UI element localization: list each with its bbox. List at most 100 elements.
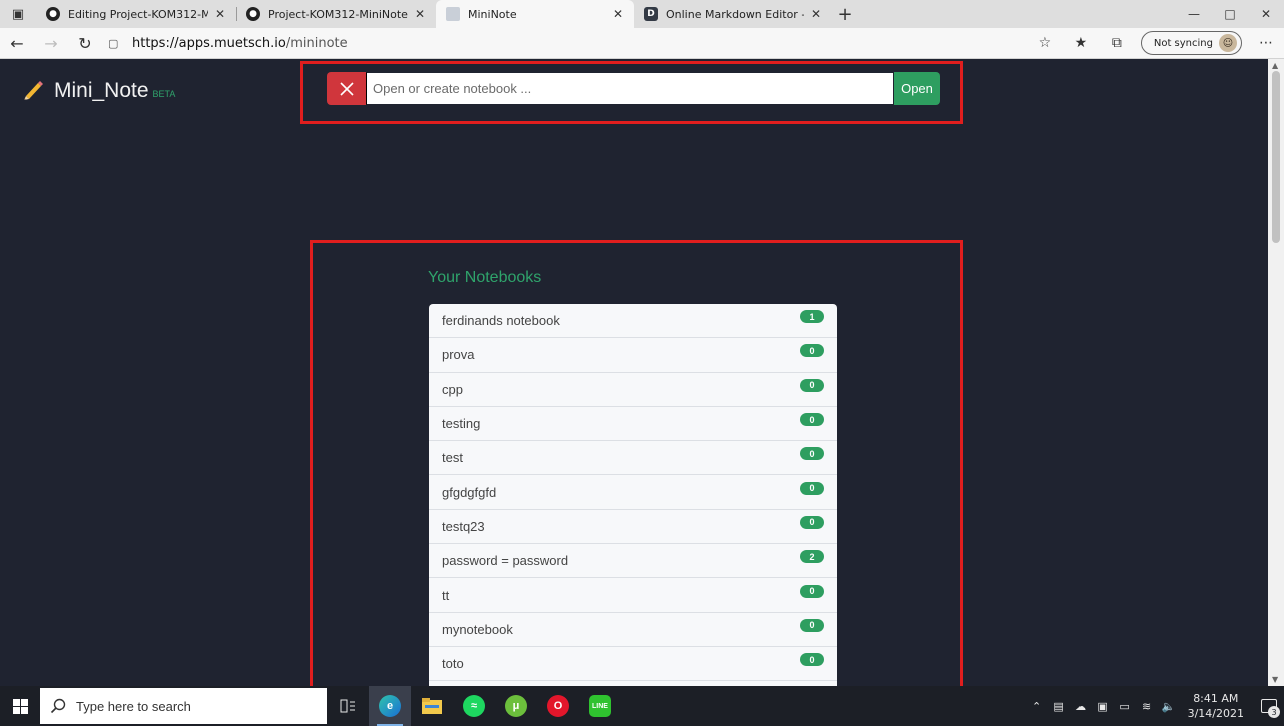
browser-tab-bar: ▣ ● Editing Project-KOM312-MiniNo ✕ ● Pr… (0, 0, 1284, 28)
tab-mininote[interactable]: MiniNote ✕ (436, 0, 634, 28)
note-count-badge: 0 (800, 378, 824, 392)
folder-icon (422, 698, 442, 714)
opera-logo-icon: O (547, 695, 569, 717)
note-count-badge: 1 (800, 310, 824, 324)
app-name: Mini_Note (54, 79, 149, 102)
notebook-list-item[interactable]: toto 0 (429, 647, 837, 682)
tab-title: MiniNote (468, 7, 517, 21)
tab-project-doku[interactable]: ● Project-KOM312-MiniNote/Doku ✕ (236, 0, 436, 28)
avatar: ☺ (1219, 34, 1237, 52)
forward-icon[interactable]: → (34, 28, 68, 59)
onedrive-cloud-icon[interactable]: ☁ (1072, 700, 1090, 713)
device-icon[interactable]: ▤ (1050, 700, 1068, 713)
note-count-badge: 0 (800, 653, 824, 667)
more-menu-icon[interactable]: ⋯ (1248, 28, 1284, 59)
notebook-search-input[interactable] (366, 72, 894, 105)
file-explorer-icon[interactable] (411, 686, 453, 726)
notebook-list-item[interactable]: mynotebook 0 (429, 613, 837, 647)
notebook-name: ferdinands notebook (442, 313, 560, 329)
tab-actions-icon[interactable]: ▣ (0, 0, 36, 28)
collections-icon[interactable]: ⧉ (1099, 28, 1135, 59)
new-tab-icon[interactable]: + (832, 0, 858, 28)
url-path: /mininote (285, 35, 348, 51)
notebook-list-item[interactable]: cpp 0 (429, 373, 837, 407)
notebook-list-item[interactable]: prova 0 (429, 338, 837, 373)
favorite-star-icon[interactable]: ☆ (1027, 28, 1063, 59)
notebook-list-item[interactable]: test 0 (429, 441, 837, 476)
clock-date: 3/14/2021 (1187, 707, 1244, 720)
url-host: https://apps.muetsch.io (132, 35, 286, 51)
close-icon[interactable]: ✕ (610, 7, 626, 21)
scroll-down-icon[interactable]: ▼ (1272, 675, 1278, 684)
windows-taskbar: Type here to search e ≈ μ O LINE ⌃ ▤ ☁ ▣… (0, 686, 1284, 726)
tab-title: Editing Project-KOM312-MiniNo (68, 7, 208, 21)
taskbar-search-placeholder: Type here to search (76, 698, 191, 714)
wifi-icon[interactable]: ≋ (1138, 700, 1156, 713)
notebook-name: prova (442, 347, 475, 363)
page-viewport: Mini_Note BETA Open Your Notebooks ferdi… (0, 59, 1268, 686)
task-view-icon[interactable] (327, 686, 369, 726)
battery-icon[interactable]: ▭ (1116, 700, 1134, 713)
minimize-icon[interactable]: — (1176, 0, 1212, 28)
back-icon[interactable]: ← (0, 28, 34, 59)
scroll-thumb[interactable] (1272, 71, 1280, 243)
edge-icon: e (379, 695, 401, 717)
refresh-icon[interactable]: ↻ (68, 28, 102, 59)
tab-markdown-editor[interactable]: D Online Markdown Editor - Dilling ✕ (634, 0, 832, 28)
taskbar-search-box[interactable]: Type here to search (40, 688, 327, 724)
opera-icon[interactable]: O (537, 686, 579, 726)
system-tray: ⌃ ▤ ☁ ▣ ▭ ≋ 🔈 8:41 AM 3/14/2021 3 (1026, 686, 1284, 726)
notebook-list: ferdinands notebook 1 prova 0 cpp 0 testing 0 te… (429, 304, 837, 686)
notebook-name: gfgdgfgfd (442, 484, 497, 500)
window-controls: — □ ✕ (1176, 0, 1284, 28)
close-icon[interactable]: ✕ (808, 7, 824, 21)
note-count-badge: 0 (800, 481, 824, 495)
chevron-up-icon[interactable]: ⌃ (1028, 700, 1046, 713)
open-button[interactable]: Open (894, 72, 940, 105)
scroll-up-icon[interactable]: ▲ (1272, 61, 1278, 70)
close-icon[interactable]: ✕ (212, 7, 228, 21)
github-icon: ● (246, 7, 260, 21)
spotify-logo-icon: ≈ (463, 695, 485, 717)
note-count-badge: 0 (800, 413, 824, 427)
volume-icon[interactable]: 🔈 (1160, 700, 1178, 713)
notebook-list-item[interactable]: password = password 2 (429, 544, 837, 579)
notebook-name: cpp (442, 381, 463, 397)
url-text: https://apps.muetsch.io/mininote (132, 36, 348, 51)
notebook-name: tt (442, 587, 450, 603)
line-app-icon[interactable]: LINE (579, 686, 621, 726)
page-scrollbar[interactable]: ▲ ▼ (1268, 59, 1284, 686)
maximize-icon[interactable]: □ (1212, 0, 1248, 28)
favorites-list-icon[interactable]: ★ (1063, 28, 1099, 59)
notification-count: 3 (1268, 706, 1280, 718)
utorrent-icon[interactable]: μ (495, 686, 537, 726)
security-icon[interactable]: ▣ (1094, 700, 1112, 713)
taskbar-clock[interactable]: 8:41 AM 3/14/2021 (1188, 691, 1244, 721)
close-window-icon[interactable]: ✕ (1248, 0, 1284, 28)
notebook-list-item[interactable]: ferdinands notebook 1 (429, 304, 837, 339)
lock-icon[interactable]: ▢ (108, 37, 122, 50)
profile-sync-button[interactable]: Not syncing ☺ (1140, 31, 1242, 55)
app-brand[interactable]: Mini_Note BETA (22, 75, 175, 103)
url-field[interactable]: ▢ https://apps.muetsch.io/mininote (108, 31, 1027, 55)
edge-browser-icon[interactable]: e (369, 686, 411, 726)
beta-badge: BETA (152, 89, 176, 99)
notebook-list-item[interactable]: gfgdgfgfd 0 (429, 475, 837, 510)
notebook-name: mynotebook (442, 621, 513, 637)
windows-start-button[interactable] (0, 686, 40, 726)
address-bar: ← → ↻ ▢ https://apps.muetsch.io/mininote… (0, 28, 1284, 59)
task-view-icon-glyph (340, 699, 355, 713)
sync-label: Not syncing (1153, 37, 1213, 49)
clear-button[interactable] (327, 72, 366, 105)
notification-center-icon[interactable]: 3 (1254, 686, 1284, 726)
notebook-list-item[interactable]: tt 0 (429, 578, 837, 613)
tab-editing-project[interactable]: ● Editing Project-KOM312-MiniNo ✕ (36, 0, 236, 28)
notebook-list-item[interactable]: testing 0 (429, 407, 837, 442)
notebook-name: toto (442, 656, 464, 672)
pencil-icon (24, 81, 43, 100)
close-icon[interactable]: ✕ (412, 7, 428, 21)
notebooks-heading: Your Notebooks (428, 269, 542, 286)
note-count-badge: 2 (800, 550, 824, 564)
spotify-icon[interactable]: ≈ (453, 686, 495, 726)
notebook-list-item[interactable]: testq23 0 (429, 510, 837, 545)
